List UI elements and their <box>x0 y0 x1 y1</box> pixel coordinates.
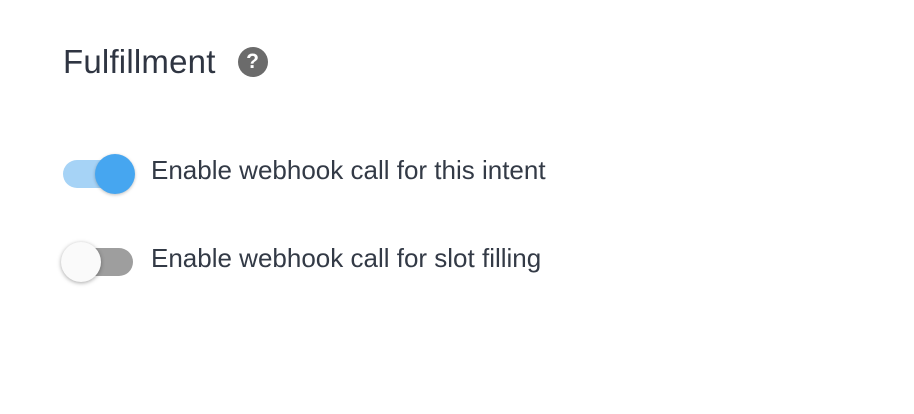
toggle-knob <box>95 154 135 194</box>
webhook-slot-filling-toggle-row: Enable webhook call for slot filling <box>61 234 541 282</box>
section-title: Fulfillment <box>63 43 216 80</box>
webhook-intent-label[interactable]: Enable webhook call for this intent <box>151 146 546 194</box>
section-header: Fulfillment ? <box>63 38 883 86</box>
fulfillment-section: Fulfillment ? Enable webhook call for th… <box>61 38 883 282</box>
webhook-slot-filling-label[interactable]: Enable webhook call for slot filling <box>151 234 541 282</box>
webhook-slot-filling-toggle[interactable] <box>61 238 133 282</box>
toggle-knob <box>61 242 101 282</box>
help-icon[interactable]: ? <box>237 47 268 77</box>
webhook-intent-toggle-row: Enable webhook call for this intent <box>63 146 546 194</box>
webhook-intent-toggle[interactable] <box>63 150 135 194</box>
